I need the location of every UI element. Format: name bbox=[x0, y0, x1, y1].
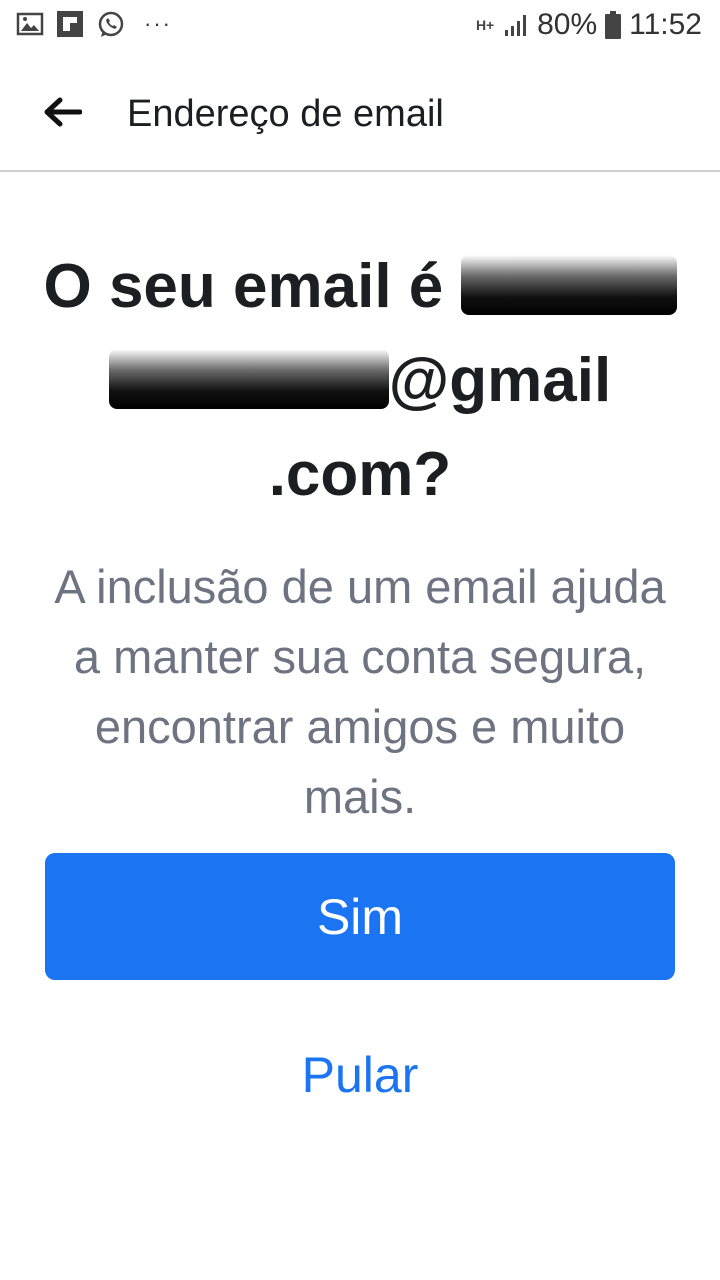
redacted-email-part-1 bbox=[460, 255, 677, 315]
flipboard-icon bbox=[56, 10, 84, 38]
battery-icon bbox=[605, 11, 622, 39]
skip-button-label: Pular bbox=[301, 1047, 419, 1103]
signal-icon bbox=[503, 12, 529, 38]
description-text: A inclusão de um email ajuda a manter su… bbox=[54, 560, 666, 823]
email-confirmation-headline: O seu email é @gmail .com? bbox=[40, 240, 680, 522]
page-title: Endereço de email bbox=[127, 93, 444, 135]
arrow-left-icon bbox=[42, 96, 83, 133]
confirm-button[interactable]: Sim bbox=[45, 853, 675, 980]
headline-suffix: .com? bbox=[268, 440, 452, 509]
clock: 11:52 bbox=[629, 8, 702, 41]
headline-prefix: O seu email é bbox=[43, 252, 444, 321]
headline-domain: @gmail bbox=[388, 346, 612, 415]
back-button[interactable] bbox=[40, 92, 84, 136]
status-bar: ··· H+ 80% 11:52 bbox=[0, 0, 720, 56]
status-bar-notifications: ··· bbox=[16, 10, 172, 38]
image-icon bbox=[16, 10, 44, 38]
status-bar-system: H+ 80% 11:52 bbox=[475, 8, 702, 42]
confirm-button-label: Sim bbox=[316, 888, 404, 945]
battery-percentage: 80% bbox=[537, 8, 598, 41]
redacted-email-part-2 bbox=[108, 349, 389, 409]
more-notifications-icon: ··· bbox=[144, 11, 172, 36]
skip-button[interactable]: Pular bbox=[45, 1040, 675, 1110]
app-bar: Endereço de email bbox=[0, 56, 720, 172]
whatsapp-icon bbox=[96, 10, 124, 38]
network-type-indicator: H+ bbox=[475, 17, 495, 33]
